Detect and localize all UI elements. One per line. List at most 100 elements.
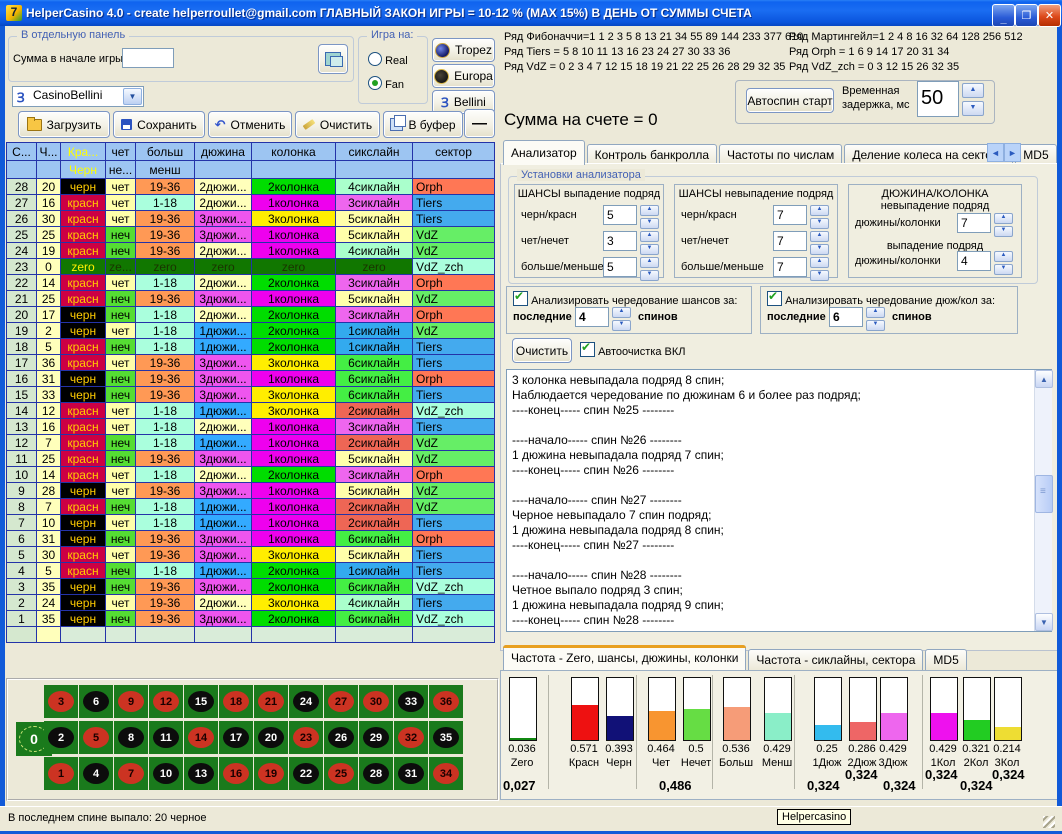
table-row[interactable]: 185красннеч1-181дюжи...2колонка1сиклайнT… — [7, 339, 495, 355]
casino-europa-button[interactable]: Europa — [432, 64, 495, 88]
table-row[interactable]: 2017черннеч1-182дюжи...2колонка3сиклайнO… — [7, 307, 495, 323]
roulette-number-cell[interactable]: 3 — [44, 685, 78, 718]
start-sum-input[interactable] — [122, 48, 174, 68]
spin-up-icon[interactable]: ▲ — [810, 231, 829, 242]
column-header[interactable]: чет — [106, 143, 136, 161]
save-button[interactable]: Сохранить — [113, 111, 205, 138]
table-row[interactable]: 1316краснчет1-182дюжи...1колонка3сиклайн… — [7, 419, 495, 435]
table-row[interactable]: 335черннеч19-363дюжи...2колонка6сиклайнV… — [7, 579, 495, 595]
table-row[interactable]: 192чернчет1-181дюжи...2колонка1сиклайнVd… — [7, 323, 495, 339]
roulette-number-cell[interactable]: 36 — [429, 685, 463, 718]
spin-down-icon[interactable]: ▼ — [994, 264, 1013, 275]
roulette-number-cell[interactable]: 6 — [79, 685, 113, 718]
minimize-button[interactable]: _ — [992, 4, 1015, 27]
table-row[interactable]: 2419красннеч19-362дюжи...1колонка4сиклай… — [7, 243, 495, 259]
table-row[interactable]: 2716краснчет1-182дюжи...1колонка3сиклайн… — [7, 195, 495, 211]
spin-down-icon[interactable]: ▼ — [810, 270, 829, 281]
spin-up-icon[interactable]: ▲ — [640, 205, 659, 216]
column-header[interactable] — [37, 161, 61, 179]
table-row[interactable]: 45красннеч1-181дюжи...2колонка1сиклайнTi… — [7, 563, 495, 579]
spin-down-icon[interactable]: ▼ — [994, 226, 1013, 237]
spin-down-icon[interactable]: ▼ — [640, 244, 659, 255]
to-buffer-button[interactable]: В буфер — [383, 111, 463, 138]
clear-button[interactable]: Очистить — [295, 111, 380, 138]
radio-fan[interactable]: Fan — [368, 76, 404, 91]
spin-down-icon[interactable]: ▼ — [640, 270, 659, 281]
column-header[interactable] — [413, 161, 495, 179]
roulette-number-cell[interactable]: 13 — [184, 757, 218, 790]
column-header[interactable] — [252, 161, 336, 179]
table-row[interactable]: 87красннеч1-181дюжи...1колонка2сиклайнVd… — [7, 499, 495, 515]
roulette-number-cell[interactable]: 27 — [324, 685, 358, 718]
table-row[interactable]: 1412краснчет1-181дюжи...3колонка2сиклайн… — [7, 403, 495, 419]
dozen-spinner-0[interactable]: 7▲▼ — [957, 213, 1013, 237]
casino-select[interactable]: Ɜ CasinoBellini ▼ — [12, 86, 144, 107]
casino-tropez-button[interactable]: Tropez — [432, 38, 495, 62]
roulette-number-cell[interactable]: 34 — [429, 757, 463, 790]
roulette-number-cell[interactable]: 18 — [219, 685, 253, 718]
roulette-number-cell[interactable]: 4 — [79, 757, 113, 790]
spin-table[interactable]: С...Ч...Кра...четбольшдюжинаколонкасиксл… — [6, 142, 495, 643]
spin-up-icon[interactable]: ▲ — [994, 251, 1013, 262]
roulette-number-cell[interactable]: 33 — [394, 685, 428, 718]
column-header[interactable]: дюжина — [195, 143, 252, 161]
tab-analyzer-0[interactable]: Анализатор — [503, 140, 585, 165]
detach-panel-button[interactable] — [318, 44, 348, 74]
table-row[interactable]: 1125красннеч19-363дюжи...1колонка5сиклай… — [7, 451, 495, 467]
roulette-number-cell[interactable]: 32 — [394, 721, 428, 754]
noappear-spinner-0[interactable]: 7▲▼ — [773, 205, 829, 229]
analyzer-log[interactable]: 3 колонка невыпадала подряд 8 спин; Набл… — [506, 369, 1052, 632]
maximize-button[interactable]: ❐ — [1015, 4, 1038, 27]
column-header[interactable]: сектор — [413, 143, 495, 161]
roulette-number-cell[interactable]: 9 — [114, 685, 148, 718]
spin-up-icon[interactable]: ▲ — [866, 307, 885, 318]
alt-chance-spinner[interactable]: 4▲▼ — [575, 307, 631, 331]
tab-chart-0[interactable]: Частота - Zero, шансы, дюжины, колонки — [503, 645, 746, 670]
table-row[interactable]: 230zeroze...zerozerozerozeroVdZ_zch — [7, 259, 495, 275]
roulette-number-cell[interactable]: 11 — [149, 721, 183, 754]
spin-up-icon[interactable]: ▲ — [810, 205, 829, 216]
log-scrollbar[interactable]: ▲ ▼ — [1034, 370, 1052, 631]
roulette-number-cell[interactable]: 23 — [289, 721, 323, 754]
spin-up-icon[interactable]: ▲ — [640, 257, 659, 268]
roulette-number-cell[interactable]: 5 — [79, 721, 113, 754]
column-header[interactable]: Черн — [61, 161, 106, 179]
spin-up-icon[interactable]: ▲ — [994, 213, 1013, 224]
roulette-number-cell[interactable]: 14 — [184, 721, 218, 754]
collapse-button[interactable]: — — [464, 109, 495, 138]
table-row[interactable]: 631черннеч19-363дюжи...1колонка6сиклайнO… — [7, 531, 495, 547]
table-row[interactable]: 1736краснчет19-363дюжи...3колонка6сиклай… — [7, 355, 495, 371]
roulette-number-cell[interactable]: 22 — [289, 757, 323, 790]
column-header[interactable]: менш — [136, 161, 195, 179]
column-header[interactable]: больш — [136, 143, 195, 161]
noappear-spinner-2[interactable]: 7▲▼ — [773, 257, 829, 281]
table-row[interactable]: 530краснчет19-363дюжи...3колонка5сиклайн… — [7, 547, 495, 563]
table-row[interactable]: 1533черннеч19-363дюжи...3колонка6сиклайн… — [7, 387, 495, 403]
column-header[interactable] — [7, 161, 37, 179]
roulette-number-cell[interactable]: 7 — [114, 757, 148, 790]
roulette-number-cell[interactable]: 8 — [114, 721, 148, 754]
tab-analyzer-4[interactable]: MD5 — [1015, 144, 1056, 165]
roulette-number-cell[interactable]: 20 — [254, 721, 288, 754]
spin-up-icon[interactable]: ▲ — [640, 231, 659, 242]
alt-dozen-spinner[interactable]: 6▲▼ — [829, 307, 885, 331]
appear-spinner-2[interactable]: 5▲▼ — [603, 257, 659, 281]
delay-value[interactable]: 50 — [917, 81, 959, 117]
table-row[interactable]: 1631черннеч19-363дюжи...1колонка6сиклайн… — [7, 371, 495, 387]
autospin-start-button[interactable]: Автоспин старт — [746, 88, 834, 113]
roulette-number-cell[interactable]: 28 — [359, 757, 393, 790]
roulette-number-cell[interactable]: 16 — [219, 757, 253, 790]
table-row[interactable]: 224чернчет19-362дюжи...3колонка4сиклайнT… — [7, 595, 495, 611]
tab-analyzer-1[interactable]: Контроль банкролла — [587, 144, 717, 165]
roulette-number-cell[interactable]: 24 — [289, 685, 323, 718]
table-row[interactable]: 2214краснчет1-182дюжи...2колонка3сиклайн… — [7, 275, 495, 291]
alt-chance-checkbox[interactable]: ✔ Анализировать чередование шансов за: — [513, 291, 737, 307]
tab-chart-2[interactable]: MD5 — [925, 649, 966, 670]
table-row[interactable]: 710чернчет1-181дюжи...1колонка2сиклайнTi… — [7, 515, 495, 531]
chevron-down-icon[interactable]: ▼ — [123, 88, 142, 105]
roulette-number-cell[interactable]: 29 — [359, 721, 393, 754]
resize-grip[interactable] — [1043, 816, 1055, 828]
column-header[interactable]: Ч... — [37, 143, 61, 161]
scroll-down-icon[interactable]: ▼ — [1035, 613, 1053, 631]
column-header[interactable]: колонка — [252, 143, 336, 161]
